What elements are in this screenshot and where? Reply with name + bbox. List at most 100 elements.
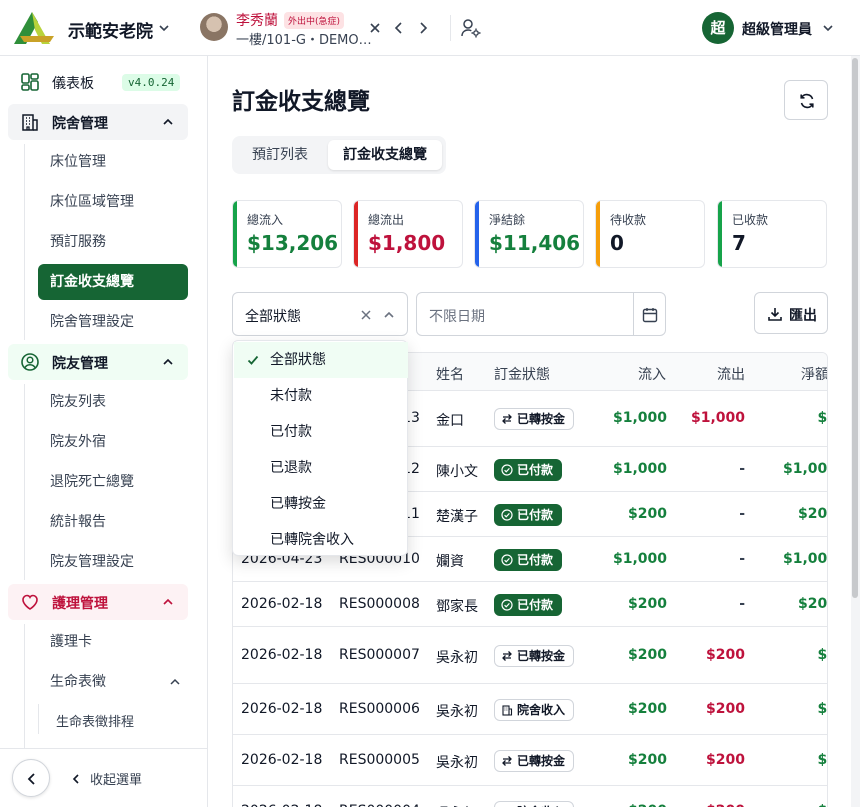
cell-inflow: $200 bbox=[628, 701, 667, 717]
status-badge: 已轉按金 bbox=[494, 645, 575, 667]
column-header-net[interactable]: 淨額 bbox=[801, 364, 827, 384]
chevron-left-icon[interactable] bbox=[390, 19, 408, 37]
sidebar-item-care-card[interactable]: 護理卡 bbox=[38, 624, 188, 660]
cell-net: $1,000 bbox=[782, 461, 828, 477]
tree-line bbox=[24, 384, 25, 580]
chevron-up-icon[interactable] bbox=[160, 594, 176, 610]
status-dropdown-menu: 全部狀態 未付款 已付款 已退款 已轉按金 已轉院舍收入 bbox=[232, 340, 408, 556]
tab-deposit-overview[interactable]: 訂金收支總覽 bbox=[328, 140, 442, 170]
stat-value: $1,800 bbox=[368, 231, 446, 255]
resident-avatar[interactable] bbox=[200, 13, 228, 41]
view-tabs: 預訂列表 訂金收支總覽 bbox=[232, 136, 446, 174]
cell-name: 吳永初 bbox=[436, 803, 478, 807]
cell-name: 吳永初 bbox=[436, 650, 478, 666]
sidebar-item-beds[interactable]: 床位管理 bbox=[38, 144, 188, 180]
facility-name[interactable]: 示範安老院 bbox=[68, 17, 153, 42]
column-header-inflow[interactable]: 流入 bbox=[638, 364, 666, 384]
cell-net: $0 bbox=[817, 647, 828, 663]
chevron-right-icon[interactable] bbox=[414, 19, 432, 37]
chevron-up-icon[interactable] bbox=[381, 307, 397, 323]
admin-avatar[interactable]: 超 bbox=[702, 12, 734, 44]
header-divider bbox=[450, 15, 451, 41]
sidebar-item-bed-zones[interactable]: 床位區域管理 bbox=[38, 184, 188, 220]
table-row[interactable]: 2026-02-18 RES000005 吳永初 已轉按金 $200 $200 $0 bbox=[233, 735, 827, 786]
export-button[interactable]: 匯出 bbox=[754, 292, 828, 334]
refresh-button[interactable] bbox=[784, 80, 828, 120]
status-badge: 已付款 bbox=[494, 549, 563, 571]
sidebar-item-dashboard[interactable]: 儀表板 v4.0.24 bbox=[8, 64, 188, 100]
cell-inflow: $1,000 bbox=[612, 410, 667, 426]
table-row[interactable]: 2026-02-18 RES000008 鄧家長 已付款 $200 - $200 bbox=[233, 582, 828, 627]
stat-card-pending: 待收款 0 bbox=[595, 200, 705, 268]
chevron-up-icon[interactable] bbox=[160, 114, 176, 130]
collapse-menu-link[interactable]: 收起選單 bbox=[70, 769, 142, 788]
calendar-icon[interactable] bbox=[641, 306, 659, 324]
dropdown-option-to-facility-income[interactable]: 已轉院舍收入 bbox=[234, 522, 408, 558]
status-badge-label: 已轉按金 bbox=[517, 649, 566, 663]
table-row[interactable]: 2026-02-18 RES000006 吳永初 院舍收入 $200 $200 $0 bbox=[233, 684, 828, 735]
cell-ref: RES000004 bbox=[339, 803, 420, 807]
sidebar-item-label: 儀表板 bbox=[52, 76, 94, 92]
table-row[interactable]: 2026-02-18 RES000004 吳永初 院舍收入 $200 $200 $0 bbox=[233, 786, 827, 807]
admin-name[interactable]: 超級管理員 bbox=[742, 19, 812, 39]
sidebar-group-care[interactable]: 護理管理 bbox=[8, 584, 188, 620]
input-divider bbox=[633, 293, 634, 335]
cell-name: 陳小文 bbox=[436, 464, 478, 480]
cell-net: $0 bbox=[817, 410, 828, 426]
cell-net: $1,000 bbox=[782, 551, 828, 567]
collapse-menu-label: 收起選單 bbox=[90, 773, 143, 788]
column-header-outflow[interactable]: 流出 bbox=[717, 364, 745, 384]
scrollbar-thumb[interactable] bbox=[852, 58, 858, 598]
cell-net: $0 bbox=[817, 701, 828, 717]
status-badge-label: 已付款 bbox=[517, 553, 554, 567]
close-icon[interactable] bbox=[366, 19, 384, 37]
dropdown-option-label: 全部狀態 bbox=[270, 352, 326, 368]
dropdown-option-refunded[interactable]: 已退款 bbox=[234, 450, 408, 486]
sidebar-group-facility[interactable]: 院舍管理 bbox=[8, 104, 188, 140]
date-filter-input[interactable]: 不限日期 bbox=[416, 292, 666, 336]
clear-icon[interactable] bbox=[359, 308, 373, 322]
swap-icon bbox=[501, 413, 513, 425]
sidebar-item-stats-report[interactable]: 統計報告 bbox=[38, 504, 188, 540]
resident-room: 一樓/101-G・DEMO… bbox=[236, 33, 372, 48]
cell-name: 吳永初 bbox=[436, 755, 478, 771]
status-filter-select[interactable]: 全部狀態 bbox=[232, 292, 408, 336]
dropdown-option-unpaid[interactable]: 未付款 bbox=[234, 378, 408, 414]
sidebar-item-resident-list[interactable]: 院友列表 bbox=[38, 384, 188, 420]
column-header-status[interactable]: 訂金狀態 bbox=[494, 364, 550, 384]
table-row[interactable]: 2026-02-18 RES000007 吳永初 已轉按金 $200 $200 $0 bbox=[233, 627, 828, 684]
cell-ref: RES000008 bbox=[339, 596, 420, 612]
sidebar-group-label: 院舍管理 bbox=[52, 116, 108, 132]
cell-name: 孄資 bbox=[436, 554, 464, 570]
cell-ref: RES000007 bbox=[339, 647, 420, 663]
chevron-down-icon[interactable] bbox=[820, 20, 836, 36]
chevron-up-icon[interactable] bbox=[168, 675, 182, 689]
dropdown-option-paid[interactable]: 已付款 bbox=[234, 414, 408, 450]
tab-reservation-list[interactable]: 預訂列表 bbox=[236, 140, 324, 170]
export-label: 匯出 bbox=[789, 308, 817, 324]
stat-value: $11,406 bbox=[489, 231, 581, 255]
cell-ref: RES000005 bbox=[339, 752, 420, 768]
collapse-sidebar-button[interactable] bbox=[12, 759, 50, 797]
sidebar-item-resident-settings[interactable]: 院友管理設定 bbox=[38, 544, 188, 580]
dropdown-option-all[interactable]: 全部狀態 bbox=[234, 342, 408, 378]
sidebar-item-vital-signs[interactable]: 生命表徵 bbox=[38, 664, 188, 700]
sidebar-item-deposit-overview[interactable]: 訂金收支總覽 bbox=[38, 264, 188, 300]
dropdown-option-to-deposit[interactable]: 已轉按金 bbox=[234, 486, 408, 522]
sidebar-group-residents[interactable]: 院友管理 bbox=[8, 344, 188, 380]
resident-name[interactable]: 李秀蘭 bbox=[236, 10, 278, 30]
column-header-name[interactable]: 姓名 bbox=[436, 364, 464, 384]
cell-date: 2026-02-18 bbox=[241, 803, 322, 807]
cell-net: $200 bbox=[798, 596, 828, 612]
sidebar-item-vital-schedule[interactable]: 生命表徵排程 bbox=[56, 711, 134, 730]
cell-net: $200 bbox=[798, 506, 828, 522]
sidebar-item-resident-leave[interactable]: 院友外宿 bbox=[38, 424, 188, 460]
status-badge-label: 院舍收入 bbox=[517, 703, 566, 717]
chevron-down-icon[interactable] bbox=[156, 20, 172, 36]
user-settings-icon[interactable] bbox=[460, 17, 482, 39]
chevron-up-icon[interactable] bbox=[160, 354, 176, 370]
sidebar-item-discharge[interactable]: 退院死亡總覽 bbox=[38, 464, 188, 500]
cell-outflow: - bbox=[739, 461, 745, 477]
sidebar-item-reservations[interactable]: 預訂服務 bbox=[38, 224, 188, 260]
sidebar-item-facility-settings[interactable]: 院舍管理設定 bbox=[38, 304, 188, 340]
